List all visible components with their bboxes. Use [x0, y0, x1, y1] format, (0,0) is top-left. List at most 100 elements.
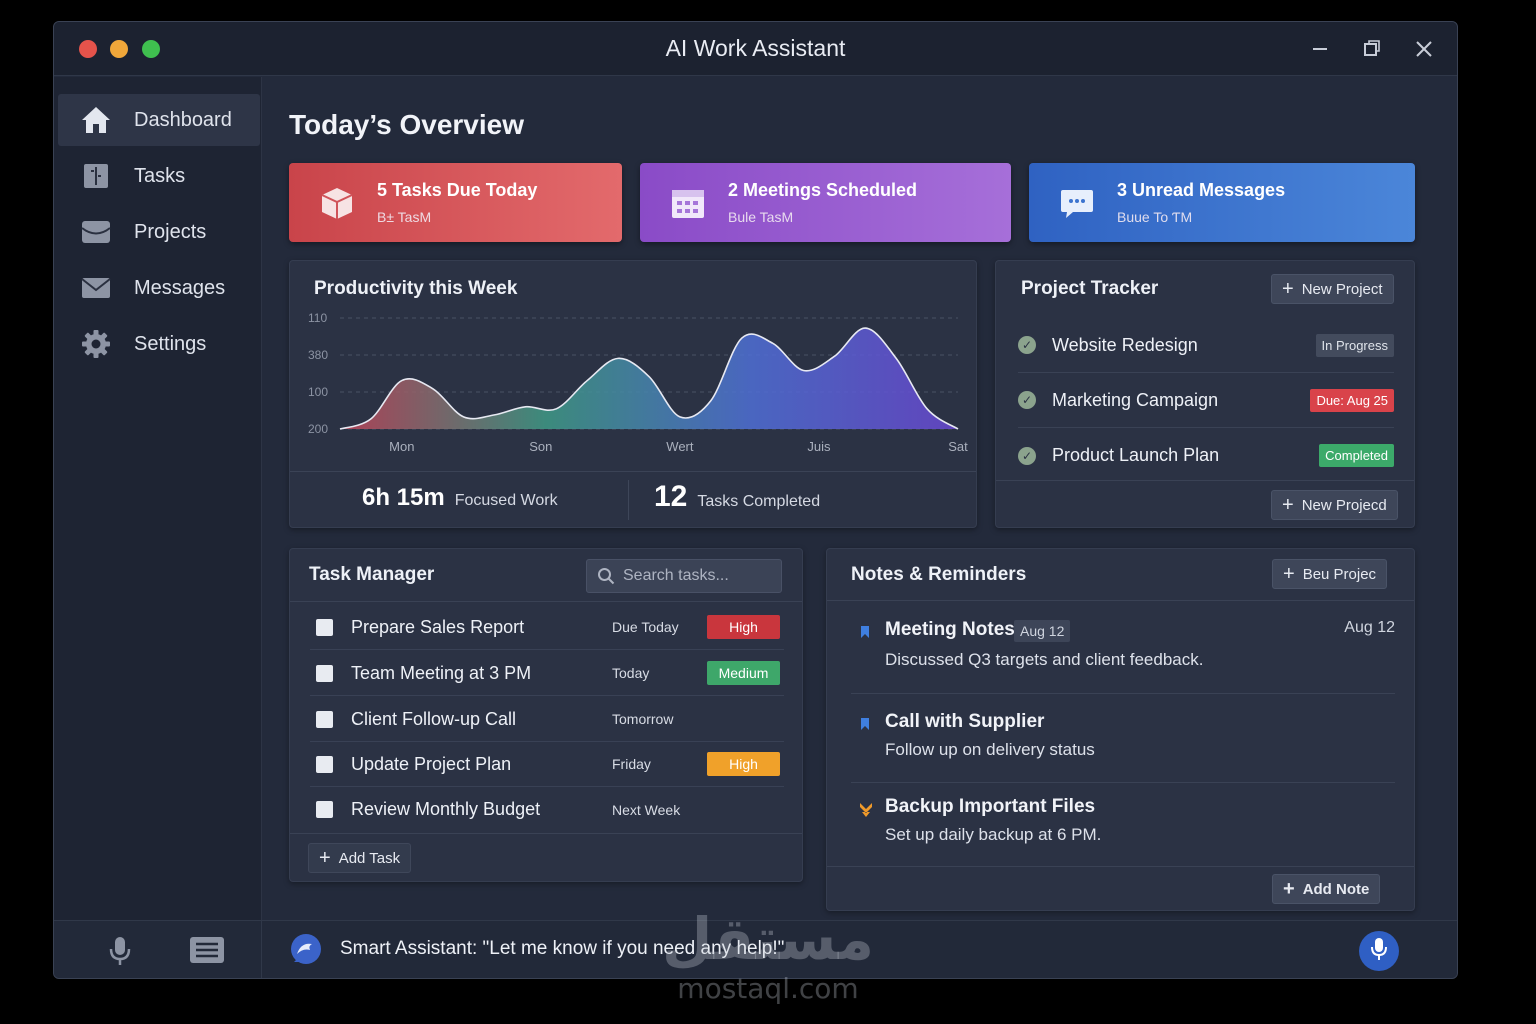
productivity-chart: 110 380 100 200 Mon Son Wert Juis Sat [308, 311, 968, 454]
assistant-avatar-icon [288, 932, 324, 973]
task-row[interactable]: Client Follow-up Call Tomorrow [310, 697, 784, 742]
task-checkbox[interactable] [316, 755, 333, 773]
mail-icon [80, 272, 112, 304]
sidebar-item-label: Settings [134, 332, 207, 355]
priority-badge: High [707, 615, 780, 639]
sidebar-item-messages[interactable]: Messages [58, 262, 260, 314]
focused-work-label: Focused Work [454, 492, 558, 509]
y-tick-label: 100 [308, 385, 328, 399]
task-header-divider [290, 601, 802, 602]
new-project-button[interactable]: + New Project [1271, 274, 1394, 304]
watermark-arabic: مستقل [661, 905, 875, 973]
sidebar-item-tasks[interactable]: Tasks [58, 150, 260, 202]
watermark-latin: mostaql.com [677, 972, 859, 1005]
project-tracker-title: Project Tracker [1021, 278, 1159, 299]
sidebar-item-projects[interactable]: Projects [58, 206, 260, 258]
task-checkbox[interactable] [316, 664, 333, 682]
microphone-icon[interactable] [109, 936, 131, 971]
task-manager-footer: + Add Task [290, 833, 802, 881]
task-name: Client Follow-up Call [351, 708, 517, 729]
project-row[interactable]: ✓ Marketing Campaign Due: Aug 25 [1018, 373, 1394, 428]
x-tick-label: Sat [948, 439, 968, 454]
search-input[interactable]: Search tasks... [586, 559, 782, 593]
task-row[interactable]: Update Project Plan Friday High [310, 742, 784, 787]
task-row[interactable]: Prepare Sales Report Due Today High [310, 605, 784, 650]
home-icon [80, 104, 112, 136]
task-manager-panel: Task Manager Search tasks... Prepare Sal… [289, 548, 803, 882]
project-name: Product Launch Plan [1052, 445, 1220, 465]
page-title: Today’s Overview [289, 109, 524, 140]
new-project-footer-label: New Projecd [1301, 496, 1387, 514]
box-icon [317, 183, 357, 223]
focused-work-stat: 6h 15m Focused Work [362, 484, 558, 512]
priority-badge: High [707, 752, 780, 776]
chat-icon [1057, 183, 1097, 223]
note-item[interactable]: Backup Important Files Set up daily back… [851, 796, 1395, 866]
sidebar: Dashboard Tasks Projects Messages Settin… [54, 77, 262, 920]
note-body: Follow up on delivery status [885, 740, 1095, 759]
priority-badge: Medium [707, 661, 780, 685]
plus-icon: + [1282, 278, 1294, 300]
add-task-button[interactable]: + Add Task [308, 843, 412, 873]
stats-divider [628, 480, 629, 520]
close-icon[interactable] [1409, 34, 1439, 64]
task-checkbox[interactable] [316, 618, 333, 636]
productivity-area [340, 328, 958, 429]
note-title: Meeting Notes [885, 619, 1015, 640]
project-row[interactable]: ✓ Product Launch Plan Completed [1018, 428, 1394, 483]
sidebar-item-label: Messages [134, 276, 226, 299]
search-icon [597, 567, 615, 585]
calendar-icon [668, 183, 708, 223]
notes-header-button[interactable]: + Beu Projec [1272, 559, 1388, 589]
minimize-icon[interactable] [1305, 34, 1335, 64]
notes-footer: + Add Note [827, 866, 1414, 911]
plus-icon: + [1283, 563, 1295, 585]
note-item[interactable]: Call with Supplier Follow up on delivery… [851, 711, 1395, 783]
task-name: Prepare Sales Report [351, 616, 525, 637]
bookmark-icon [859, 802, 872, 817]
check-icon: ✓ [1018, 446, 1036, 465]
messages-card[interactable]: 3 Unread Messages Buue To ƬM [1029, 163, 1415, 242]
task-due: Next Week [612, 801, 681, 818]
task-name: Team Meeting at 3 PM [351, 662, 532, 683]
keyboard-icon[interactable] [189, 936, 225, 969]
sidebar-item-settings[interactable]: Settings [58, 318, 260, 370]
notes-panel: Notes & Reminders + Beu Projec Meeting N… [826, 548, 1415, 911]
notes-header-button-label: Beu Projec [1302, 565, 1377, 583]
status-badge: Due: Aug 25 [1310, 388, 1394, 412]
card-title: 5 Tasks Due Today [377, 180, 538, 200]
tasks-due-card[interactable]: 5 Tasks Due Today B± TasM [289, 163, 622, 242]
productivity-stats: 6h 15m Focused Work 12 Tasks Completed [290, 471, 976, 528]
project-name: Website Redesign [1052, 334, 1198, 355]
title-bar: AI Work Assistant [54, 22, 1457, 76]
note-body: Discussed Q3 targets and client feedback… [885, 650, 1204, 669]
tasks-icon [80, 160, 112, 192]
note-item[interactable]: Meeting Notes Aug 12 Aug 12 Discussed Q3… [851, 619, 1395, 694]
app-window: AI Work Assistant Dashboard Tasks Projec… [53, 21, 1458, 979]
task-checkbox[interactable] [316, 801, 333, 818]
bookmark-icon [859, 625, 871, 639]
card-subtitle: B± TasM [377, 209, 432, 225]
watermark: مستقل mostaql.com [640, 910, 896, 1005]
task-row[interactable]: Review Monthly Budget Next Week [310, 787, 784, 832]
meetings-card[interactable]: 2 Meetings Scheduled Bule TasM [640, 163, 1011, 242]
notes-title: Notes & Reminders [851, 564, 1027, 585]
sidebar-item-label: Projects [134, 220, 207, 243]
plus-icon: + [319, 847, 331, 869]
voice-input-button[interactable] [1359, 931, 1399, 971]
task-row[interactable]: Team Meeting at 3 PM Today Medium [310, 651, 784, 696]
y-tick-label: 200 [308, 422, 328, 436]
add-note-button[interactable]: + Add Note [1272, 874, 1381, 904]
microphone-icon [1370, 937, 1388, 966]
new-project-footer-button[interactable]: + New Projecd [1271, 490, 1398, 520]
focused-work-value: 6h 15m [362, 484, 445, 511]
project-row[interactable]: ✓ Website Redesign In Progress [1018, 318, 1394, 373]
maximize-icon[interactable] [1357, 34, 1387, 64]
x-tick-label: Juis [807, 439, 831, 454]
gear-icon [80, 328, 112, 360]
x-tick-label: Mon [389, 439, 414, 454]
note-title: Call with Supplier [885, 711, 1045, 732]
task-checkbox[interactable] [316, 710, 333, 728]
status-badge: Completed [1319, 444, 1394, 467]
sidebar-item-dashboard[interactable]: Dashboard [58, 94, 260, 146]
